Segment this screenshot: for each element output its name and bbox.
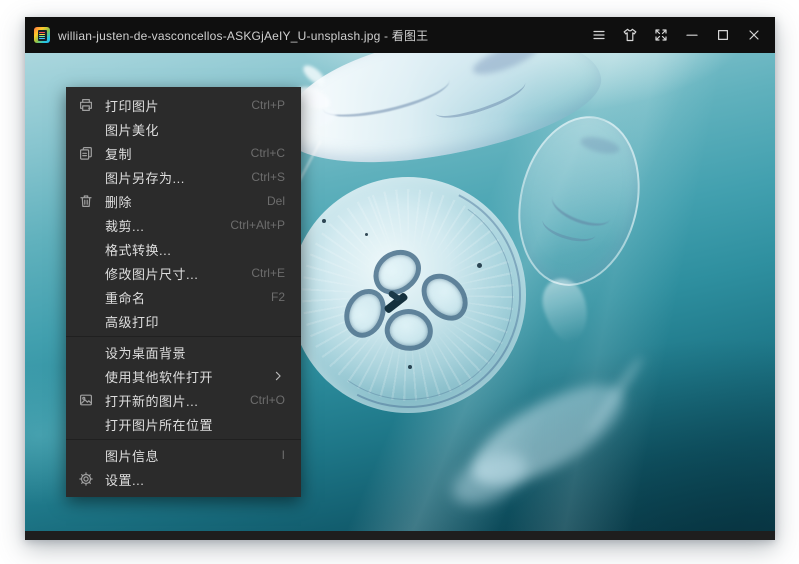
screenshot-stage: willian-justen-de-vasconcellos-ASKGjAeIY… — [0, 0, 799, 564]
menu-icon-placeholder — [74, 285, 98, 309]
menu-item-label: 图片另存为... — [105, 168, 251, 187]
menu-icon-placeholder — [74, 261, 98, 285]
jellyfish-right-tail — [536, 273, 596, 347]
menu-item-convert-format[interactable]: 格式转换... — [66, 237, 301, 261]
menu-item-shortcut: Ctrl+P — [251, 98, 285, 112]
chevron-right-icon — [271, 369, 285, 383]
menu-separator — [66, 439, 301, 440]
context-menu: 打印图片Ctrl+P图片美化复制Ctrl+C图片另存为...Ctrl+S删除De… — [66, 87, 301, 497]
fullscreen-button[interactable] — [645, 20, 676, 50]
jellyfish-speck — [365, 233, 368, 236]
menu-item-print-image[interactable]: 打印图片Ctrl+P — [66, 93, 301, 117]
app-logo-icon — [34, 27, 50, 43]
menu-item-label: 打开新的图片... — [105, 391, 250, 410]
menu-item-image-info[interactable]: 图片信息I — [66, 443, 301, 467]
hamburger-icon — [591, 27, 607, 43]
menu-item-label: 设为桌面背景 — [105, 343, 285, 362]
menu-item-shortcut: Ctrl+O — [250, 393, 285, 407]
menu-item-label: 使用其他软件打开 — [105, 367, 271, 386]
menu-item-crop[interactable]: 裁剪...Ctrl+Alt+P — [66, 213, 301, 237]
app-logo-inner — [38, 30, 47, 41]
menu-icon-placeholder — [74, 237, 98, 261]
jellyfish-speck — [477, 263, 482, 268]
menu-icon-placeholder — [74, 165, 98, 189]
menu-icon-placeholder — [74, 309, 98, 333]
menu-item-label: 裁剪... — [105, 216, 230, 235]
close-button[interactable] — [738, 20, 769, 50]
gear-icon — [74, 467, 98, 491]
jellyfish-main — [290, 177, 526, 413]
menu-item-shortcut: Del — [267, 194, 285, 208]
menu-icon-placeholder — [74, 412, 98, 436]
fullscreen-icon — [653, 27, 669, 43]
menu-item-label: 修改图片尺寸... — [105, 264, 251, 283]
menu-item-label: 图片美化 — [105, 120, 285, 139]
minimize-button[interactable] — [676, 20, 707, 50]
menu-item-open-new-image[interactable]: 打开新的图片...Ctrl+O — [66, 388, 301, 412]
skin-button[interactable] — [614, 20, 645, 50]
menu-item-label: 打印图片 — [105, 96, 251, 115]
menu-item-shortcut: Ctrl+S — [251, 170, 285, 184]
menu-item-save-image-as[interactable]: 图片另存为...Ctrl+S — [66, 165, 301, 189]
trash-icon — [74, 189, 98, 213]
menu-item-label: 打开图片所在位置 — [105, 415, 285, 434]
maximize-icon — [715, 27, 731, 43]
jellyfish-speck — [322, 219, 326, 223]
image-icon — [74, 388, 98, 412]
menu-item-rename[interactable]: 重命名F2 — [66, 285, 301, 309]
menu-item-label: 复制 — [105, 144, 251, 163]
menu-item-shortcut: Ctrl+Alt+P — [230, 218, 285, 232]
menu-item-open-with-other-app[interactable]: 使用其他软件打开 — [66, 364, 301, 388]
menu-item-label: 设置... — [105, 470, 285, 489]
copy-icon — [74, 141, 98, 165]
menu-item-open-image-location[interactable]: 打开图片所在位置 — [66, 412, 301, 436]
menu-icon-placeholder — [74, 364, 98, 388]
menu-item-shortcut: F2 — [271, 290, 285, 304]
menu-item-advanced-print[interactable]: 高级打印 — [66, 309, 301, 333]
menu-item-label: 格式转换... — [105, 240, 285, 259]
menu-icon-placeholder — [74, 117, 98, 141]
menu-item-beautify-image[interactable]: 图片美化 — [66, 117, 301, 141]
menu-item-label: 重命名 — [105, 288, 271, 307]
menu-item-delete[interactable]: 删除Del — [66, 189, 301, 213]
jellyfish-speck — [408, 365, 412, 369]
menu-icon-placeholder — [74, 340, 98, 364]
menu-item-shortcut: I — [282, 448, 285, 462]
menu-icon-placeholder — [74, 213, 98, 237]
menu-separator — [66, 336, 301, 337]
menu-item-set-as-wallpaper[interactable]: 设为桌面背景 — [66, 340, 301, 364]
main-menu-button[interactable] — [583, 20, 614, 50]
jellyfish-radial-streaks — [302, 189, 514, 401]
menu-item-settings[interactable]: 设置... — [66, 467, 301, 491]
menu-item-shortcut: Ctrl+E — [251, 266, 285, 280]
window-title: willian-justen-de-vasconcellos-ASKGjAeIY… — [58, 27, 428, 44]
bottom-bar — [25, 531, 775, 540]
menu-item-copy[interactable]: 复制Ctrl+C — [66, 141, 301, 165]
menu-item-label: 图片信息 — [105, 446, 282, 465]
window-controls — [583, 20, 775, 50]
menu-item-shortcut: Ctrl+C — [251, 146, 285, 160]
maximize-button[interactable] — [707, 20, 738, 50]
titlebar[interactable]: willian-justen-de-vasconcellos-ASKGjAeIY… — [25, 17, 775, 53]
menu-item-label: 高级打印 — [105, 312, 285, 331]
tshirt-icon — [622, 27, 638, 43]
close-icon — [746, 27, 762, 43]
minimize-icon — [684, 27, 700, 43]
menu-item-label: 删除 — [105, 192, 267, 211]
menu-icon-placeholder — [74, 443, 98, 467]
menu-item-resize-image[interactable]: 修改图片尺寸...Ctrl+E — [66, 261, 301, 285]
printer-icon — [74, 93, 98, 117]
